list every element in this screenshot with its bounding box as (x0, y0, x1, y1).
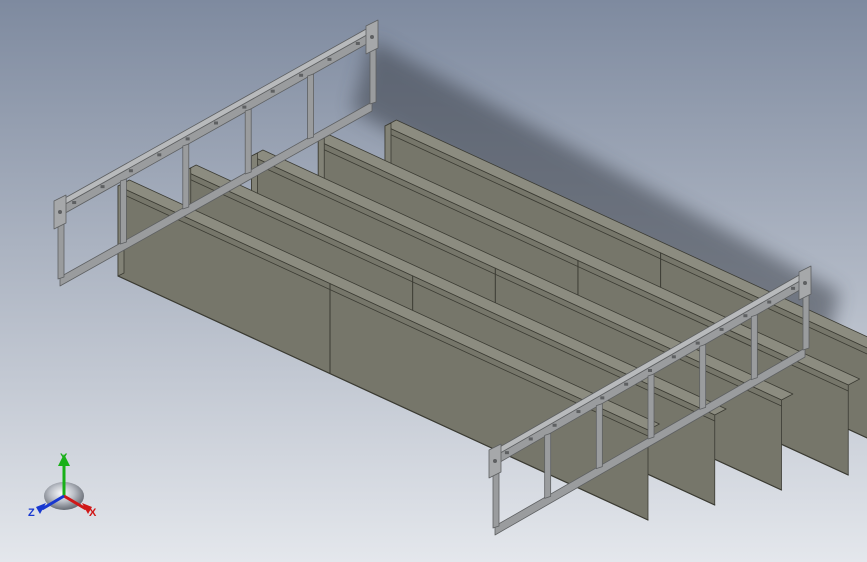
channel-slot (185, 137, 190, 141)
channel-slot (214, 121, 218, 125)
frame-post (699, 343, 707, 410)
channel-slot (624, 382, 629, 386)
triad-x-label: X (89, 507, 97, 519)
channel-slot (299, 73, 304, 77)
bracket-bolt-hole (58, 210, 62, 214)
frame-post (647, 373, 655, 440)
frame-post (307, 73, 315, 140)
frame-post (544, 432, 552, 499)
channel-slot (242, 105, 247, 109)
channel-slot (719, 327, 724, 331)
frame-post (182, 143, 190, 210)
channel-slot (128, 169, 133, 173)
bracket-bolt-hole (493, 459, 497, 463)
viewport-canvas[interactable]: Y X Z (0, 0, 867, 562)
channel-slot (327, 57, 332, 61)
channel-slot (648, 369, 652, 372)
channel-slot (72, 201, 77, 205)
triad-y-label: Y (60, 452, 68, 464)
channel-slot (552, 423, 557, 427)
bracket-bolt-hole (803, 281, 807, 285)
channel-slot (528, 437, 533, 441)
channel-slot (743, 314, 748, 318)
channel-slot (767, 300, 772, 304)
channel-slot (600, 396, 605, 400)
frame-post (120, 178, 127, 245)
frame-post (595, 403, 603, 470)
channel-slot (695, 341, 700, 345)
3d-graphics-viewport[interactable]: Y X Z (0, 0, 867, 562)
channel-slot (157, 153, 162, 157)
bracket-bolt-hole (370, 35, 374, 39)
channel-slot (791, 286, 796, 290)
channel-slot (504, 451, 509, 455)
frame-post (244, 108, 252, 175)
frame-post (750, 314, 758, 381)
triad-z-label: Z (28, 507, 35, 519)
channel-slot (270, 89, 275, 93)
channel-slot (100, 185, 105, 189)
channel-slot (355, 41, 360, 45)
channel-slot (671, 355, 676, 359)
channel-slot (576, 410, 581, 414)
